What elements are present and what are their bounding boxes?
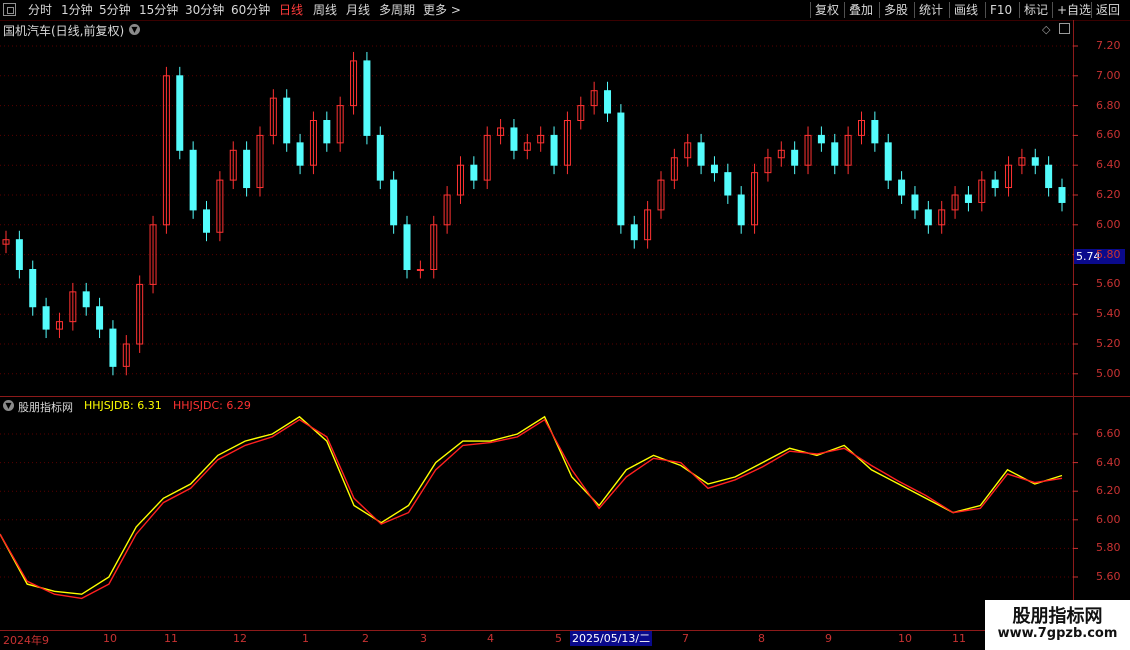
price-tick-label: 5.00 xyxy=(1096,366,1121,380)
price-tick-label: 5.20 xyxy=(1096,337,1121,350)
price-tick-label: 7.20 xyxy=(1096,39,1121,52)
indicator-name: 股朋指标网 xyxy=(18,401,73,414)
indicator-tick-label: 6.00 xyxy=(1096,512,1121,526)
candle-body xyxy=(376,134,384,181)
candle-body xyxy=(283,97,291,144)
indicator-tick-label: 6.40 xyxy=(1096,455,1121,469)
indicator-legend-hhjsjdc: HHJSJDC: 6.29 xyxy=(173,399,251,412)
candle-body xyxy=(924,209,932,226)
date-axis-label: 10 xyxy=(898,632,912,645)
indicator-tick-label: 5.60 xyxy=(1096,570,1121,583)
date-axis-label: 2024年9 xyxy=(3,634,49,647)
indicator-tick-label: 6.60 xyxy=(1096,427,1121,440)
price-tick-label: 6.40 xyxy=(1096,158,1121,172)
chart-area xyxy=(0,20,1130,631)
candle-body xyxy=(363,60,371,136)
candle-body xyxy=(884,142,892,181)
diamond-icon[interactable]: ◇ xyxy=(1042,23,1050,36)
candle-body xyxy=(176,75,184,151)
date-axis-label: 11 xyxy=(952,632,966,645)
date-axis-label: 5 xyxy=(555,632,562,645)
watermark-url: www.7gpzb.com xyxy=(997,626,1118,641)
candle-body xyxy=(470,164,478,181)
date-axis-label: 9 xyxy=(825,632,832,645)
chevron-down-icon[interactable]: ▼ xyxy=(129,24,140,35)
date-axis-label: 3 xyxy=(420,632,427,645)
price-tick-label: 5.60 xyxy=(1096,277,1121,291)
indicator-line-hhjsjdc xyxy=(0,418,1063,600)
candle-body xyxy=(416,269,424,271)
candle-body xyxy=(96,306,104,330)
cursor-date: 2025/05/13/二 xyxy=(570,631,653,646)
date-axis-label: 12 xyxy=(233,632,247,645)
indicator-lines xyxy=(0,415,1063,600)
candle-body xyxy=(15,239,23,270)
candle-body xyxy=(1058,187,1066,203)
candle-body xyxy=(1045,164,1053,189)
candle-body xyxy=(817,134,825,144)
candle-body xyxy=(724,172,732,196)
layout-icon[interactable] xyxy=(1059,23,1070,34)
candle-body xyxy=(550,134,558,166)
price-tick-label: 6.80 xyxy=(1096,98,1121,112)
date-axis-label: 4 xyxy=(487,632,494,645)
candle-body xyxy=(617,112,625,226)
date-axis-label: 2 xyxy=(362,632,369,645)
candle-body xyxy=(697,142,705,166)
candle-body xyxy=(964,194,972,203)
candle-body xyxy=(42,306,50,330)
candle-body xyxy=(29,269,37,308)
indicator-tick-label: 6.20 xyxy=(1096,484,1121,498)
candle-body xyxy=(1031,157,1039,166)
indicator-legend-hhjsjdb: HHJSJDB: 6.31 xyxy=(84,399,162,412)
candle-body xyxy=(604,90,612,114)
date-axis-label: 8 xyxy=(758,632,765,645)
indicator-line-hhjsjdb xyxy=(0,415,1063,595)
price-panel-title: 国机汽车(日线,前复权) xyxy=(3,24,125,38)
candle-body xyxy=(243,149,251,189)
candle-body xyxy=(737,194,745,226)
candle-body xyxy=(189,149,197,211)
candle-body xyxy=(390,179,398,226)
price-tick-label: 7.00 xyxy=(1096,68,1121,82)
price-tick-label: 6.20 xyxy=(1096,188,1121,201)
candle-body xyxy=(911,194,919,211)
candle-body xyxy=(109,328,117,367)
candle-body xyxy=(871,120,879,144)
date-axis-label: 11 xyxy=(164,632,178,645)
price-tick-label: 5.40 xyxy=(1096,307,1121,321)
candle-body xyxy=(791,149,799,166)
candle-body xyxy=(991,179,999,189)
candle-body xyxy=(296,142,304,166)
candlestick-series xyxy=(2,51,1066,376)
chevron-down-icon[interactable]: ▼ xyxy=(3,400,14,411)
watermark: 股朋指标网 www.7gpzb.com xyxy=(985,600,1130,650)
date-axis-label: 10 xyxy=(103,632,117,645)
indicator-tick-label: 5.80 xyxy=(1096,541,1121,555)
watermark-title: 股朋指标网 xyxy=(1012,606,1103,627)
price-tick-label: 6.60 xyxy=(1096,128,1121,142)
candle-body xyxy=(403,224,411,271)
candle-body xyxy=(203,209,211,233)
candle-body xyxy=(898,179,906,196)
price-tick-label: 6.00 xyxy=(1096,217,1121,231)
candle-body xyxy=(831,142,839,166)
candle-body xyxy=(323,120,331,144)
candle-body xyxy=(630,224,638,241)
price-tick-label: 5.80 xyxy=(1096,247,1121,261)
candle-body xyxy=(710,164,718,174)
date-axis-label: 1 xyxy=(302,632,309,645)
candle-body xyxy=(82,291,90,308)
date-axis-label: 7 xyxy=(682,632,689,645)
candle-body xyxy=(510,127,518,151)
